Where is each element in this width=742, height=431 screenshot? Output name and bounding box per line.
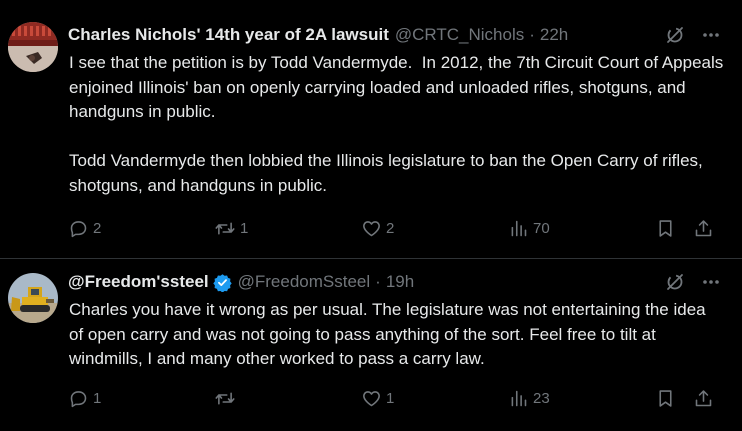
display-name[interactable]: @Freedom'ssteel [68, 272, 209, 292]
like-button[interactable]: 2 [361, 218, 394, 239]
verified-badge-icon [212, 273, 232, 293]
separator-dot: · [375, 272, 381, 291]
views-count: 23 [533, 390, 550, 407]
grok-icon[interactable] [664, 271, 686, 293]
tweet-header: @Freedom'ssteel @FreedomSsteel · 19h [68, 270, 722, 294]
retweet-button[interactable] [214, 388, 240, 409]
reply-count: 1 [93, 390, 102, 407]
timestamp[interactable]: 19h [386, 272, 414, 292]
header-actions [664, 24, 722, 46]
tweet-actions: 2 1 2 70 [68, 218, 720, 242]
tweet[interactable]: @Freedom'ssteel @FreedomSsteel · 19h Cha… [0, 259, 742, 431]
heart-icon [363, 391, 380, 407]
views-chart-icon [511, 220, 527, 237]
avatar-photo-icon [8, 22, 58, 72]
bookmark-icon [659, 390, 672, 407]
user-handle[interactable]: @CRTC_Nichols [395, 25, 524, 45]
reply-icon [70, 221, 87, 238]
avatar[interactable] [8, 273, 58, 323]
share-icon [695, 390, 712, 407]
retweet-icon [215, 392, 235, 405]
avatar[interactable] [8, 22, 58, 72]
views-button[interactable]: 23 [508, 388, 550, 409]
like-button[interactable]: 1 [361, 388, 394, 409]
retweet-button[interactable]: 1 [214, 218, 248, 239]
views-count: 70 [533, 220, 550, 237]
tweet[interactable]: Charles Nichols' 14th year of 2A lawsuit… [0, 0, 742, 259]
like-count: 1 [386, 390, 395, 407]
tweet-header: Charles Nichols' 14th year of 2A lawsuit… [68, 23, 722, 47]
more-options-icon[interactable] [700, 24, 722, 46]
heart-icon [363, 221, 380, 237]
more-options-icon[interactable] [700, 271, 722, 293]
share-icon [695, 220, 712, 237]
retweet-icon [215, 222, 235, 235]
bookmark-button[interactable] [655, 218, 676, 239]
user-handle[interactable]: @FreedomSsteel [238, 272, 371, 292]
share-button[interactable] [693, 388, 714, 409]
tweet-actions: 1 1 23 [68, 388, 720, 412]
views-chart-icon [511, 390, 527, 407]
separator-dot: · [529, 25, 535, 44]
tweet-text: I see that the petition is by Todd Vande… [69, 53, 724, 195]
retweet-count: 1 [240, 220, 249, 237]
reply-icon [70, 391, 87, 408]
reply-button[interactable]: 1 [68, 388, 101, 409]
tweet-text: Charles you have it wrong as per usual. … [69, 300, 711, 368]
reply-count: 2 [93, 220, 102, 237]
reply-button[interactable]: 2 [68, 218, 101, 239]
avatar-bulldozer-icon [8, 273, 58, 323]
timestamp[interactable]: 22h [540, 25, 568, 45]
share-button[interactable] [693, 218, 714, 239]
display-name[interactable]: Charles Nichols' 14th year of 2A lawsuit [68, 25, 389, 45]
bookmark-icon [659, 220, 672, 237]
views-button[interactable]: 70 [508, 218, 550, 239]
bookmark-button[interactable] [655, 388, 676, 409]
header-actions [664, 271, 722, 293]
like-count: 2 [386, 220, 395, 237]
grok-icon[interactable] [664, 24, 686, 46]
